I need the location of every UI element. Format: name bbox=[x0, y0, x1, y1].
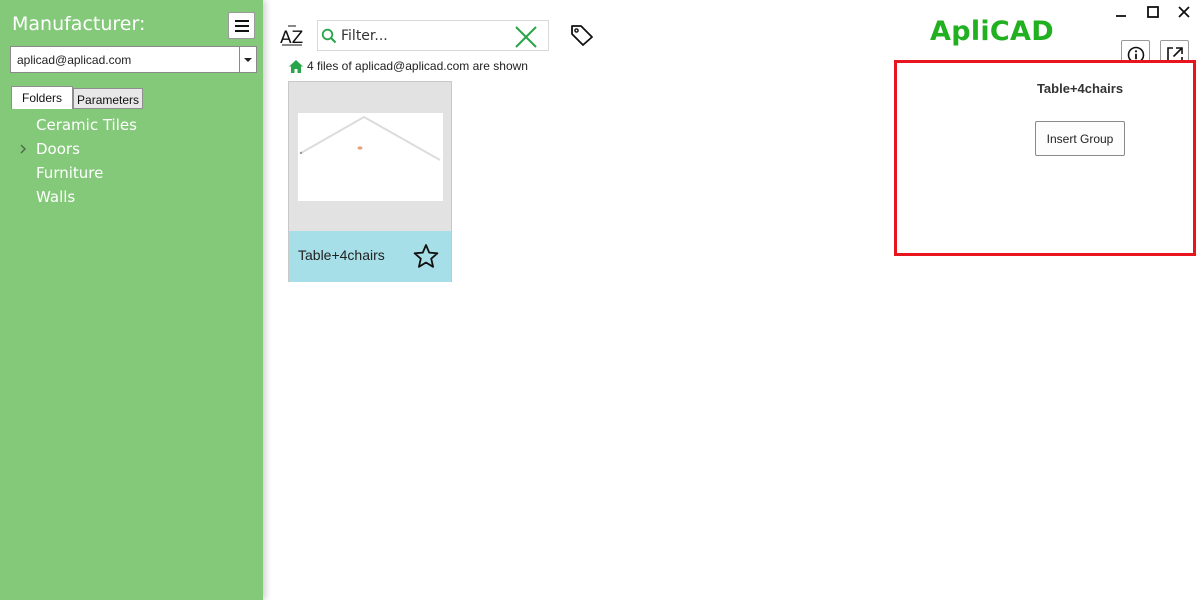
details-title: Table+4chairs bbox=[1036, 81, 1124, 96]
sidebar-title: Manufacturer: bbox=[12, 13, 146, 35]
tag-icon[interactable] bbox=[570, 24, 594, 46]
home-icon[interactable] bbox=[289, 59, 303, 73]
tree-item-label: Furniture bbox=[36, 164, 104, 182]
status-line: 4 files of aplicad@aplicad.com are shown bbox=[289, 59, 528, 73]
tree-item-label: Ceramic Tiles bbox=[36, 116, 137, 134]
tab-parameters[interactable]: Parameters bbox=[73, 88, 144, 109]
chevron-right-icon[interactable] bbox=[18, 144, 28, 154]
filter-field[interactable] bbox=[317, 20, 549, 51]
search-icon bbox=[321, 28, 337, 44]
details-panel: Table+4chairs Insert Group bbox=[894, 60, 1196, 256]
minimize-icon[interactable] bbox=[1113, 4, 1129, 20]
status-text: 4 files of aplicad@aplicad.com are shown bbox=[307, 59, 528, 73]
star-outline-icon[interactable] bbox=[413, 243, 439, 269]
manufacturer-value: aplicad@aplicad.com bbox=[17, 53, 132, 67]
tree-item-furniture[interactable]: Furniture bbox=[18, 161, 137, 185]
insert-group-button[interactable]: Insert Group bbox=[1035, 121, 1125, 156]
tree-item-doors[interactable]: Doors bbox=[18, 137, 137, 161]
tree-item-ceramic-tiles[interactable]: Ceramic Tiles bbox=[18, 113, 137, 137]
tab-folders[interactable]: Folders bbox=[11, 86, 74, 109]
tree-item-label: Walls bbox=[36, 188, 76, 206]
hamburger-icon bbox=[234, 19, 249, 32]
tree-item-label: Doors bbox=[36, 140, 80, 158]
card-footer: Table+4chairs bbox=[289, 231, 451, 282]
menu-button[interactable] bbox=[228, 12, 255, 39]
folder-tree: Ceramic Tiles Doors Furniture Walls bbox=[18, 113, 137, 209]
sort-az-icon[interactable]: AZ bbox=[280, 24, 304, 48]
manufacturer-select[interactable]: aplicad@aplicad.com bbox=[10, 46, 257, 73]
card-thumbnail bbox=[298, 113, 443, 201]
close-icon[interactable] bbox=[1176, 4, 1192, 20]
file-card[interactable]: Table+4chairs bbox=[288, 81, 452, 282]
app-logo: ApliCAD bbox=[930, 16, 1054, 47]
maximize-icon[interactable] bbox=[1145, 4, 1161, 20]
dropdown-arrow-icon[interactable] bbox=[239, 47, 256, 72]
tree-item-walls[interactable]: Walls bbox=[18, 185, 137, 209]
filter-input[interactable] bbox=[341, 25, 506, 46]
sidebar: Manufacturer: aplicad@aplicad.com Folder… bbox=[0, 0, 263, 600]
card-name: Table+4chairs bbox=[298, 247, 385, 263]
sidebar-tabs: Folders Parameters bbox=[11, 86, 144, 109]
clear-x-icon[interactable] bbox=[514, 25, 538, 49]
app-window: Manufacturer: aplicad@aplicad.com Folder… bbox=[0, 0, 1200, 600]
